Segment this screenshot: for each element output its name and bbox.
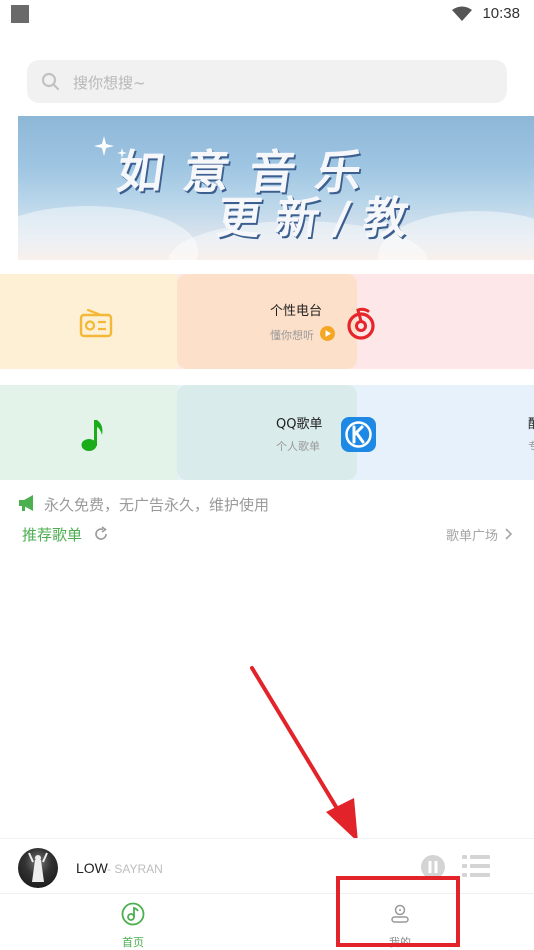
category-row-2: QQ歌单 个人歌单 酷 专 [0,385,534,480]
home-disc-icon [121,902,145,926]
annotation-arrow [250,666,358,842]
tab-home-label: 首页 [122,936,144,949]
personal-radio-title: 个性电台 [270,304,323,319]
personal-radio-subtitle: 懂你想听 [270,329,314,342]
qq-playlist-card[interactable]: QQ歌单 个人歌单 [177,385,357,480]
kugou-subtitle-partial: 专 [528,440,534,453]
promo-banner[interactable]: 如意音乐 更新/教 [18,116,534,260]
play-circle-icon [320,326,335,341]
album-cover[interactable] [18,848,58,888]
search-icon [41,72,60,91]
netease-icon[interactable] [344,307,378,341]
kugou-icon[interactable] [341,417,376,452]
status-app-icon [11,5,29,23]
playlist-square-link[interactable]: 歌单广场 [446,525,498,544]
radio-card[interactable] [0,274,178,369]
kugou-title-partial: 酷 [528,413,534,432]
search-input[interactable] [71,60,475,105]
recommend-title: 推荐歌单 [22,526,83,544]
search-bar[interactable] [27,60,507,105]
song-artist: - SAYRAN [107,862,163,876]
music-note-icon [81,420,103,451]
qq-playlist-subtitle: 个人歌单 [276,440,320,453]
tab-home[interactable]: 首页 [100,894,166,950]
annotation-highlight-box [336,876,460,947]
song-title: LOW [76,860,108,876]
banner-title-line2: 更新/教 [213,193,426,244]
chevron-right-icon[interactable] [504,527,514,541]
qq-playlist-title: QQ歌单 [276,417,323,432]
wifi-icon [452,6,472,21]
personal-radio-card[interactable]: 个性电台 懂你想听 [177,274,357,369]
radio-icon [79,308,113,338]
playlist-icon[interactable] [462,854,490,878]
megaphone-icon [19,495,33,511]
category-row-1: 个性电台 懂你想听 [0,274,534,369]
status-time: 10:38 [482,5,520,22]
notice-text: 永久免费，无广告永久，维护使用 [44,496,270,514]
music-card[interactable] [0,385,178,480]
refresh-icon[interactable] [93,526,109,542]
